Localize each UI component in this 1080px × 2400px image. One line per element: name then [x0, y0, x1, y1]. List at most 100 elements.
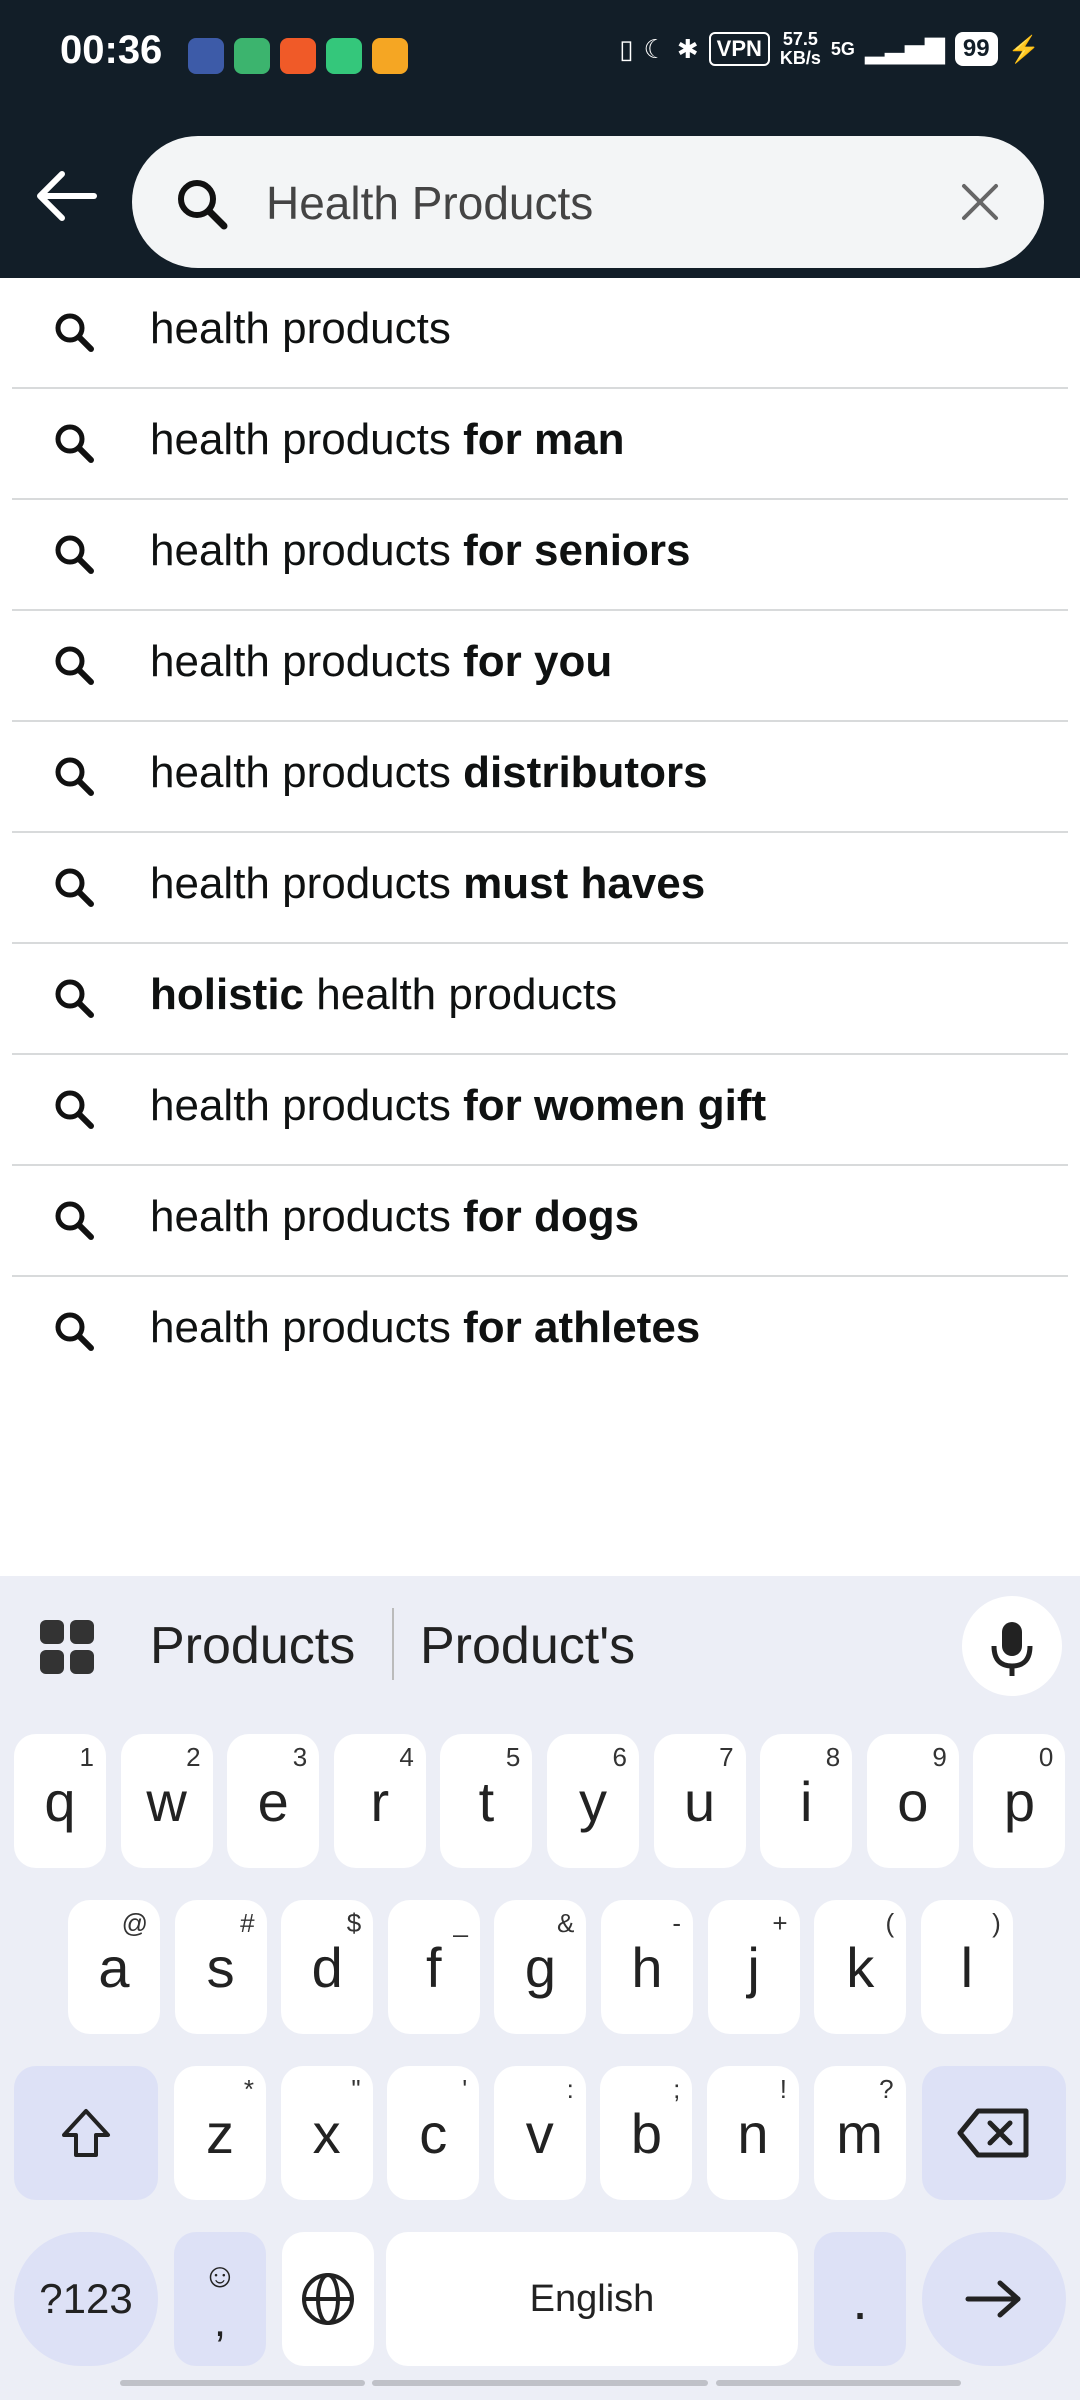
suggestion-row[interactable]: holistic health products: [12, 944, 1068, 1055]
suggestion-text: health products: [150, 304, 451, 354]
suggestion-row[interactable]: health products for you: [12, 611, 1068, 722]
suggestion-text: health products for seniors: [150, 526, 690, 576]
shift-key[interactable]: [14, 2066, 158, 2200]
key-s[interactable]: s #: [174, 1900, 267, 2034]
backspace-icon: [957, 2108, 1029, 2158]
suggestion-text: holistic health products: [150, 970, 617, 1020]
symbols-key[interactable]: ?123: [14, 2232, 158, 2366]
key-w[interactable]: w2: [120, 1734, 213, 1868]
key-o[interactable]: o9: [866, 1734, 959, 1868]
nav-gesture-bar: [120, 2380, 365, 2386]
back-arrow-icon: [37, 171, 97, 221]
search-input[interactable]: [264, 166, 918, 240]
suggestion-row[interactable]: health products for seniors: [12, 500, 1068, 611]
key-secondary-label: 4: [399, 1742, 414, 1772]
key-d[interactable]: d $: [281, 1900, 374, 2034]
key-label: o: [897, 1769, 929, 1833]
key-label: a: [98, 1935, 130, 1999]
keyboard-suggestion-bar: Products Product's: [0, 1576, 1080, 1716]
key-b[interactable]: b;: [600, 2066, 693, 2200]
suggestion-row[interactable]: health products for athletes: [12, 1277, 1068, 1386]
key-l[interactable]: l): [920, 1900, 1013, 2034]
suggestion-text: health products for women gift: [150, 1081, 766, 1131]
status-indicators: ▯ ☾ ✱ VPN 57.5 KB/s 5G ▂▃▅▇ 99 ⚡: [619, 30, 1040, 68]
suggestion-text: health products for man: [150, 415, 624, 465]
word-suggestion[interactable]: Products: [150, 1616, 355, 1676]
suggestion-row[interactable]: health products for man: [12, 389, 1068, 500]
key-label: p: [1003, 1769, 1035, 1833]
key-label: i: [799, 1769, 813, 1833]
notification-icons: [188, 38, 408, 74]
nav-gesture-bar: [716, 2380, 961, 2386]
suggestion-row[interactable]: health products: [12, 278, 1068, 389]
word-suggestion[interactable]: Product's: [420, 1616, 635, 1676]
key-v[interactable]: v:: [493, 2066, 586, 2200]
suggestion-row[interactable]: health products for dogs: [12, 1166, 1068, 1277]
key-m[interactable]: m?: [813, 2066, 906, 2200]
key-label: b: [630, 2101, 662, 2165]
period-key[interactable]: .: [814, 2232, 906, 2366]
suggestion-bold-text: holistic: [150, 970, 305, 1019]
network-type: 5G: [830, 38, 855, 59]
key-n[interactable]: n!: [707, 2066, 799, 2200]
search-icon: [52, 865, 96, 914]
key-secondary-label: ;: [673, 2074, 681, 2104]
clear-search-button[interactable]: [956, 178, 1004, 226]
key-secondary-label: ': [462, 2074, 468, 2104]
key-z[interactable]: z *: [174, 2066, 266, 2200]
key-f[interactable]: f _: [387, 1900, 480, 2034]
suggestion-text: health products must haves: [150, 859, 705, 909]
key-u[interactable]: u7: [653, 1734, 746, 1868]
key-a[interactable]: a @: [68, 1900, 160, 2034]
emoji-icon: ☺: [202, 2257, 238, 2295]
key-x[interactable]: x ": [280, 2066, 373, 2200]
suggestion-bold-text: for seniors: [463, 526, 691, 575]
key-secondary-label: 7: [719, 1742, 734, 1772]
back-button[interactable]: [30, 168, 100, 224]
suggestion-row[interactable]: health products must haves: [12, 833, 1068, 944]
key-secondary-label: :: [566, 2074, 574, 2104]
key-q[interactable]: q1: [14, 1734, 106, 1868]
key-label: v: [525, 2101, 554, 2165]
key-label: g: [524, 1935, 556, 1999]
key-i[interactable]: i8: [760, 1734, 853, 1868]
key-t[interactable]: t5: [440, 1734, 533, 1868]
key-h[interactable]: h-: [601, 1900, 693, 2034]
key-label: n: [737, 2101, 769, 2165]
keyboard-menu-grid-icon[interactable]: [38, 1618, 96, 1676]
key-secondary-label: @: [121, 1908, 148, 1938]
key-k[interactable]: k(: [814, 1900, 907, 2034]
search-icon: [52, 1087, 96, 1136]
key-e[interactable]: e3: [227, 1734, 320, 1868]
language-key[interactable]: [282, 2232, 374, 2366]
key-label: x: [312, 2101, 341, 2165]
key-label: m: [836, 2101, 883, 2165]
key-secondary-label: *: [243, 2074, 254, 2104]
search-bar[interactable]: [132, 136, 1044, 268]
key-secondary-label: 0: [1038, 1742, 1054, 1772]
key-p[interactable]: p0: [973, 1734, 1066, 1868]
search-icon: [52, 976, 96, 1025]
key-g[interactable]: g &: [494, 1900, 587, 2034]
space-key[interactable]: English: [386, 2232, 798, 2366]
emoji-comma-key[interactable]: ☺,: [174, 2232, 266, 2366]
key-label: l: [960, 1935, 974, 1999]
app-notification-icon: [372, 38, 408, 74]
key-r[interactable]: r4: [333, 1734, 426, 1868]
voice-input-button[interactable]: [962, 1596, 1062, 1696]
backspace-key[interactable]: [922, 2066, 1066, 2200]
key-y[interactable]: y6: [547, 1734, 639, 1868]
key-secondary-label: #: [240, 1908, 255, 1938]
suggestion-bold-text: for women gift: [463, 1081, 767, 1130]
search-icon: [52, 643, 96, 692]
suggestion-row[interactable]: health products for women gift: [12, 1055, 1068, 1166]
nav-gesture-bar: [372, 2380, 708, 2386]
enter-go-key[interactable]: [922, 2232, 1066, 2366]
suggestion-row[interactable]: health products distributors: [12, 722, 1068, 833]
search-icon: [52, 532, 96, 581]
search-icon: [174, 176, 230, 237]
key-c[interactable]: c ': [387, 2066, 480, 2200]
key-secondary-label: &: [557, 1908, 575, 1938]
key-j[interactable]: j +: [707, 1900, 800, 2034]
network-speed: 57.5 KB/s: [780, 30, 821, 68]
